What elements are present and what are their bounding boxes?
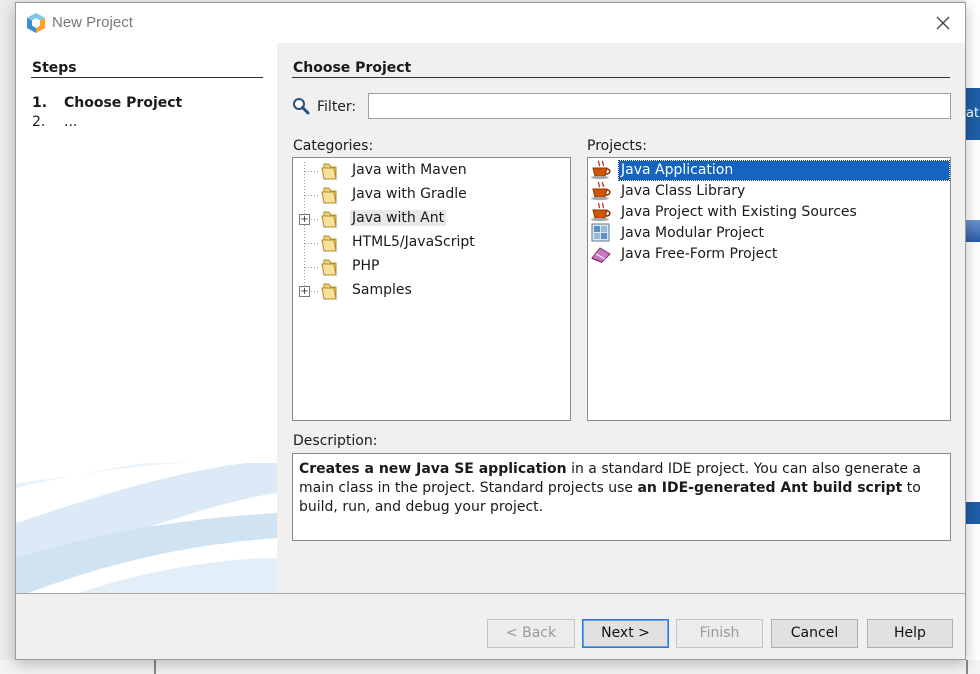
folder-icon [321,211,337,228]
category-label: PHP [352,258,380,274]
footer-divider [16,593,965,594]
background-banner: at' [966,88,980,140]
back-button[interactable]: < Back [487,619,575,648]
folder-icon [321,163,337,180]
project-label: Java Free-Form Project [621,246,778,262]
category-label: Java with Gradle [352,186,467,202]
step-number: 1. [32,95,48,111]
steps-divider [31,77,263,78]
finish-button[interactable]: Finish [676,619,763,648]
steps-heading: Steps [32,60,77,76]
folder-icon [321,259,337,276]
category-item-java-maven[interactable]: Java with Maven [293,160,570,182]
category-label: Java with Maven [352,162,467,178]
java-cup-icon [591,160,611,180]
description-part: an IDE-generated Ant build script [637,480,903,496]
close-icon[interactable] [933,13,953,33]
step-item: 2.... [32,114,77,130]
category-item-java-ant[interactable]: + Java with Ant [293,208,570,230]
step-label: Choose Project [64,95,183,111]
project-label: Java Project with Existing Sources [621,204,857,220]
project-item-java-class-library[interactable]: Java Class Library [588,181,950,202]
background-taskbar-fragment [0,660,980,674]
category-label: Samples [352,282,412,298]
background-graphic [966,220,980,242]
next-button[interactable]: Next > [582,619,669,648]
category-item-html5[interactable]: HTML5/JavaScript [293,232,570,254]
background-window-fragment: at' [966,0,980,674]
category-item-php[interactable]: PHP [293,256,570,278]
modules-icon [591,223,610,242]
step-item-current: 1. Choose Project [32,95,182,111]
description-label: Description: [293,433,378,449]
projects-label: Projects: [587,138,647,154]
step-number: 2. [32,114,46,130]
background-divider [966,660,968,674]
project-item-java-free-form[interactable]: Java Free-Form Project [588,244,950,265]
expand-icon[interactable]: + [299,286,310,297]
background-divider [154,660,156,674]
freeform-icon [591,247,611,263]
expand-icon[interactable]: + [299,214,310,225]
project-label: Java Class Library [621,183,746,199]
search-icon [293,98,310,115]
filter-label: Filter: [317,99,357,115]
project-item-java-modular[interactable]: Java Modular Project [588,223,950,244]
background-text: at' [966,106,980,121]
netbeans-logo-icon [27,13,45,33]
filter-input[interactable] [368,93,951,119]
new-project-dialog: New Project Steps 1. Choose Project 2....… [15,2,966,660]
folder-icon [321,283,337,300]
page-title: Choose Project [293,60,412,76]
categories-tree[interactable]: Java with Maven Java with Gradle + Java … [292,157,571,421]
decorative-swoosh-graphic [16,463,277,594]
project-item-java-existing-sources[interactable]: Java Project with Existing Sources [588,202,950,223]
steps-panel: Steps 1. Choose Project 2.... [16,43,277,594]
step-label: ... [64,114,78,130]
cancel-button[interactable]: Cancel [771,619,858,648]
java-cup-icon [591,181,611,201]
project-item-java-application[interactable]: Java Application [588,160,950,181]
java-cup-icon [591,202,611,222]
title-divider [292,77,950,78]
project-label: Java Modular Project [621,225,765,241]
projects-list[interactable]: Java Application Java Class Library Java… [587,157,951,421]
category-label: Java with Ant [350,210,447,226]
category-label: HTML5/JavaScript [352,234,475,250]
background-strip [966,502,980,524]
categories-label: Categories: [293,138,374,154]
folder-icon [321,235,337,252]
description-text: Creates a new Java SE application in a s… [292,453,951,541]
category-item-java-gradle[interactable]: Java with Gradle [293,184,570,206]
category-item-samples[interactable]: + Samples [293,280,570,302]
help-button[interactable]: Help [867,619,953,648]
window-title: New Project [52,14,133,31]
title-bar[interactable]: New Project [16,3,965,43]
project-label: Java Application [618,160,950,181]
folder-icon [321,187,337,204]
description-part: Creates a new Java SE application [299,461,567,477]
